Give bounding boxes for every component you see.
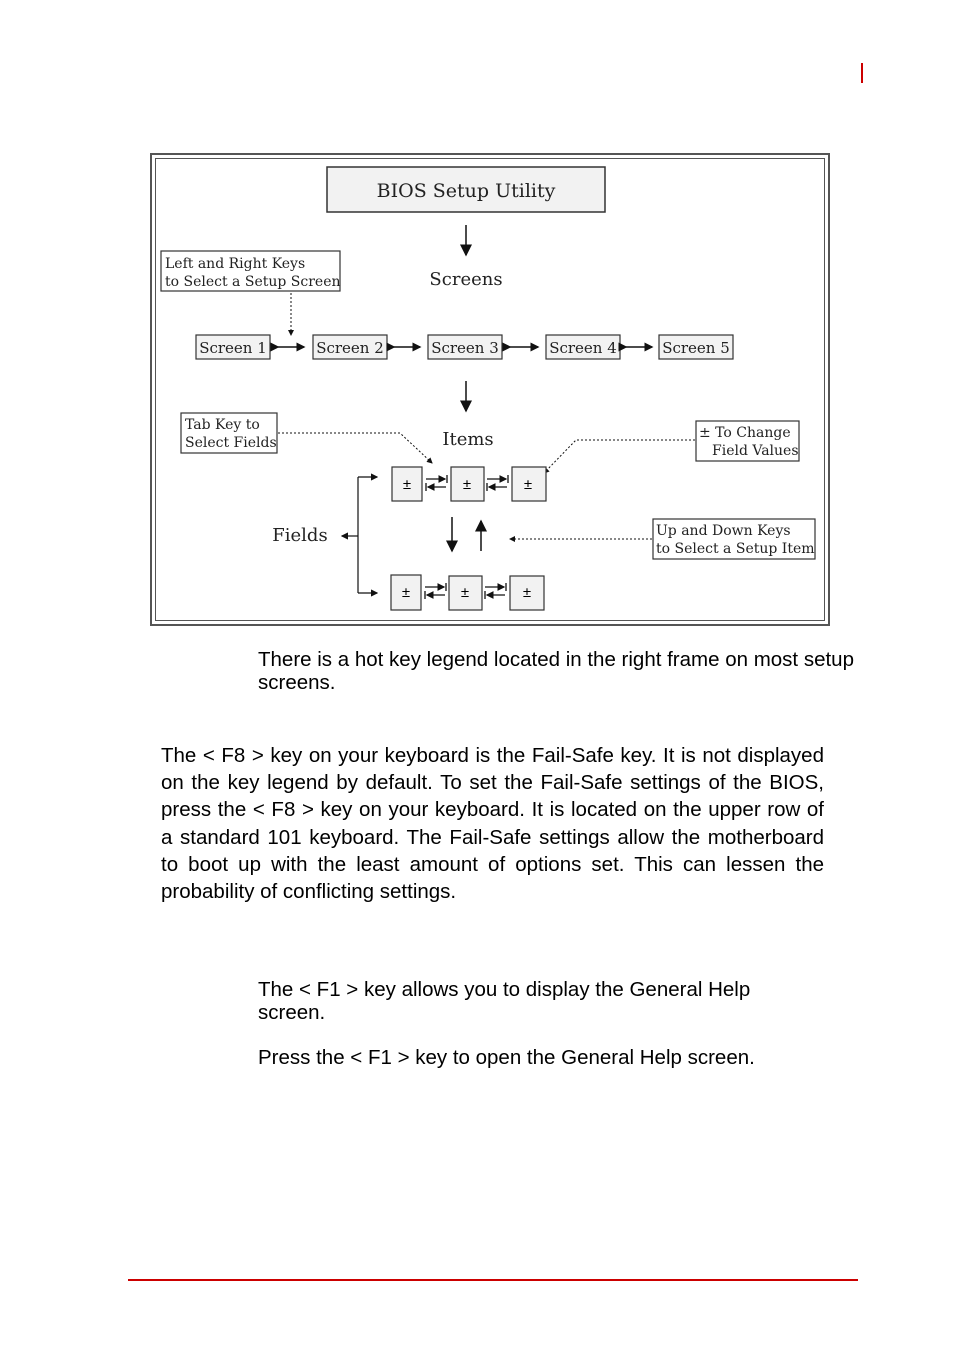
callout-change-values-line2: Field Values xyxy=(712,443,799,459)
callout-left-right-line1: Left and Right Keys xyxy=(165,256,305,272)
footer-rule xyxy=(128,1279,858,1281)
screen-label-1: Screen 1 xyxy=(199,339,267,357)
plus-minus-icon: ± xyxy=(402,584,410,601)
bios-navigation-diagram: BIOS Setup Utility Screens Left and Righ… xyxy=(150,153,830,626)
f1-description: The < F1 > key allows you to display the… xyxy=(258,978,751,1024)
diagram-title: BIOS Setup Utility xyxy=(377,180,556,202)
callout-tab-key-line1: Tab Key to xyxy=(185,417,260,433)
hotkey-note: There is a hot key legend located in the… xyxy=(258,648,854,694)
page-marker xyxy=(861,63,863,83)
fields-label: Fields xyxy=(272,525,327,546)
screen-label-4: Screen 4 xyxy=(549,339,617,357)
plus-minus-icon: ± xyxy=(523,584,531,601)
plus-minus-icon: ± xyxy=(403,476,411,493)
callout-up-down-line1: Up and Down Keys xyxy=(656,523,791,539)
plus-minus-icon: ± xyxy=(524,476,532,493)
screens-row: Screen 1 Screen 2 Screen 3 Screen 4 Scre… xyxy=(195,334,734,360)
screen-label-2: Screen 2 xyxy=(316,339,384,357)
callout-change-values-line1: ± To Change xyxy=(699,425,791,441)
screen-label-3: Screen 3 xyxy=(431,339,499,357)
callout-left-right-line2: to Select a Setup Screen xyxy=(165,274,341,290)
callout-up-down-line2: to Select a Setup Item xyxy=(656,541,815,557)
dotted-pointer xyxy=(278,432,433,464)
screens-label: Screens xyxy=(429,269,502,290)
plus-minus-icon: ± xyxy=(463,476,471,493)
dotted-pointer xyxy=(543,439,695,474)
plus-minus-icon: ± xyxy=(461,584,469,601)
items-label: Items xyxy=(442,429,493,450)
field-row-top: ± ± ± xyxy=(391,466,547,502)
callout-tab-key-line2: Select Fields xyxy=(185,435,277,451)
f1-instruction: Press the < F1 > key to open the General… xyxy=(258,1046,755,1069)
f8-paragraph: The < F8 > key on your keyboard is the F… xyxy=(161,744,824,904)
field-row-bottom: ± ± ± xyxy=(390,574,545,611)
diagram-canvas: BIOS Setup Utility Screens Left and Righ… xyxy=(160,166,816,611)
screen-label-5: Screen 5 xyxy=(662,339,730,357)
